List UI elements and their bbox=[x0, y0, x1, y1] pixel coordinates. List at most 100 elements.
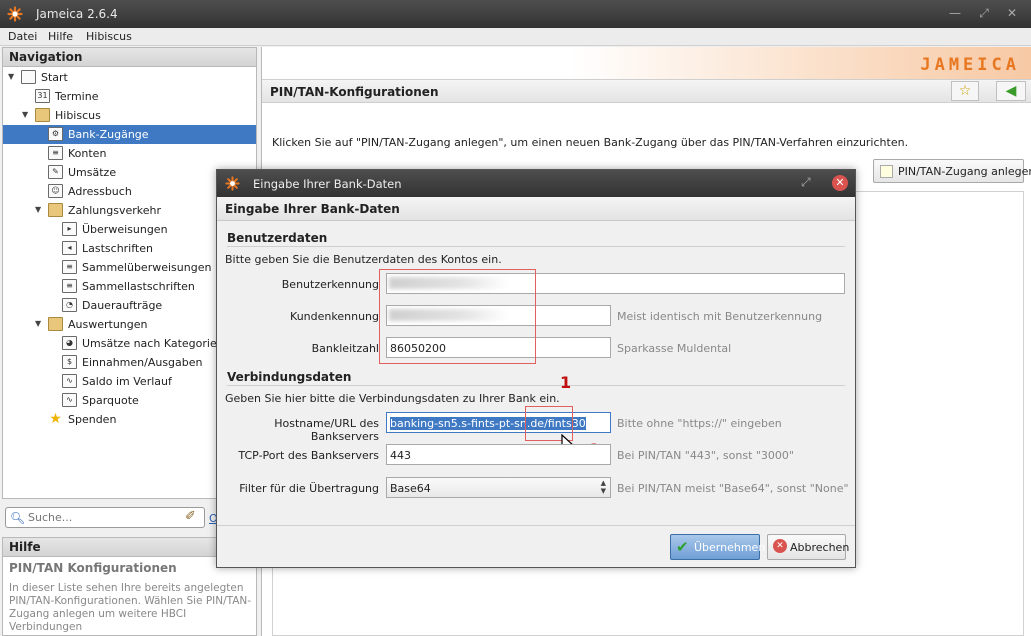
annotation-number-1: 1 bbox=[560, 373, 572, 392]
host-hint: Bitte ohne "https://" eingeben bbox=[617, 417, 782, 430]
spinner-arrows-icon: ▲ ▼ bbox=[600, 479, 606, 495]
dialog-restore-icon[interactable]: ⤢ bbox=[801, 175, 811, 190]
dialog-header-title: Eingabe Ihrer Bank-Daten bbox=[225, 202, 400, 216]
help-title: PIN/TAN Konfigurationen bbox=[9, 561, 177, 575]
sidebar-item-label: Zahlungsverkehr bbox=[68, 204, 162, 217]
savings-chart-icon: ∿ bbox=[62, 393, 77, 407]
restore-icon[interactable]: ⤢ bbox=[977, 6, 991, 21]
content-header: PIN/TAN-Konfigurationen ☆ ◀ bbox=[262, 79, 1031, 103]
filter-select[interactable]: Base64 ▲ ▼ bbox=[386, 477, 611, 498]
sidebar-item[interactable]: 31 Termine bbox=[3, 87, 256, 106]
batch-debit-icon: ≡ bbox=[62, 279, 77, 293]
user-id-label: Benutzerkennung bbox=[281, 278, 379, 291]
dialog-titlebar: Eingabe Ihrer Bank-Daten ⤢ ✕ bbox=[217, 170, 855, 197]
folder-icon bbox=[48, 317, 63, 331]
menu-hibiscus[interactable]: Hibiscus bbox=[86, 30, 132, 43]
bank-access-icon: ⚙ bbox=[48, 127, 63, 141]
port-label: TCP-Port des Bankservers bbox=[238, 449, 379, 462]
accounts-icon: ≡ bbox=[48, 146, 63, 160]
menu-datei[interactable]: Datei bbox=[8, 30, 37, 43]
sidebar-item-label: Lastschriften bbox=[82, 242, 153, 255]
sidebar-item-label: Konten bbox=[68, 147, 107, 160]
divider bbox=[227, 385, 845, 386]
user-section-title: Benutzerdaten bbox=[227, 231, 328, 245]
sidebar-item-label: Einnahmen/Ausgaben bbox=[82, 356, 203, 369]
customer-id-label: Kundenkennung bbox=[290, 310, 379, 323]
checkmark-icon: ✔ bbox=[676, 538, 689, 556]
sidebar-item-label: Überweisungen bbox=[82, 223, 168, 236]
sidebar-item-label: Sparquote bbox=[82, 394, 139, 407]
sidebar-item-label: Saldo im Verlauf bbox=[82, 375, 172, 388]
divider bbox=[227, 246, 845, 247]
clear-search-icon[interactable]: ✐ bbox=[185, 509, 201, 525]
expand-toggle-icon[interactable]: ▼ bbox=[22, 110, 31, 119]
blz-label: Bankleitzahl bbox=[311, 342, 379, 355]
menu-bar: Datei Hilfe Hibiscus bbox=[0, 28, 1031, 46]
apply-button[interactable]: ✔ Übernehmen bbox=[670, 534, 765, 560]
income-expense-icon: $ bbox=[62, 355, 77, 369]
sidebar-item[interactable]: ▼ Hibiscus bbox=[3, 106, 256, 125]
sidebar-item-label: Umsätze nach Kategorien bbox=[82, 337, 224, 350]
expand-toggle-icon[interactable]: ▼ bbox=[8, 72, 17, 81]
divider bbox=[217, 525, 855, 526]
expand-toggle-icon[interactable]: ▼ bbox=[35, 205, 44, 214]
cancel-icon: ✕ bbox=[773, 539, 787, 553]
apply-button-label: Übernehmen bbox=[694, 541, 766, 554]
page-title: PIN/TAN-Konfigurationen bbox=[270, 85, 439, 99]
transfer-icon: ▸ bbox=[62, 222, 77, 236]
port-hint: Bei PIN/TAN "443", sonst "3000" bbox=[617, 449, 794, 462]
jameica-logo-icon bbox=[7, 6, 23, 22]
close-icon[interactable]: ✕ bbox=[1005, 6, 1019, 20]
annotation-highlight-box bbox=[379, 269, 536, 364]
content-info-text: Klicken Sie auf "PIN/TAN-Zugang anlegen"… bbox=[272, 136, 909, 149]
minimize-icon[interactable]: — bbox=[948, 6, 962, 20]
folder-icon bbox=[48, 203, 63, 217]
calendar-icon: 31 bbox=[35, 89, 50, 103]
sidebar-item-label: Bank-Zugänge bbox=[68, 128, 149, 141]
sidebar-item-label: Start bbox=[41, 71, 68, 84]
host-label: Hostname/URL des Bankservers bbox=[274, 417, 379, 443]
help-text: In dieser Liste sehen Ihre bereits angel… bbox=[9, 582, 252, 633]
back-button[interactable]: ◀ bbox=[996, 81, 1026, 101]
dialog-close-icon[interactable]: ✕ bbox=[832, 175, 848, 191]
create-pintan-label: PIN/TAN-Zugang anlegen bbox=[898, 165, 1031, 178]
star-icon: ★ bbox=[49, 411, 62, 427]
pie-chart-icon: ◕ bbox=[62, 336, 77, 350]
new-document-icon bbox=[880, 165, 893, 178]
sidebar-item-label: Hibiscus bbox=[55, 109, 101, 122]
sidebar-item-label: Sammelüberweisungen bbox=[82, 261, 212, 274]
dialog-title: Eingabe Ihrer Bank-Daten bbox=[253, 177, 402, 191]
sidebar-item[interactable]: ≡ Konten bbox=[3, 144, 256, 163]
blz-hint: Sparkasse Muldental bbox=[617, 342, 732, 355]
monitor-icon bbox=[21, 70, 36, 84]
window-title: Jameica 2.6.4 bbox=[36, 7, 118, 21]
sidebar-item-label: Umsätze bbox=[68, 166, 117, 179]
bookmark-button[interactable]: ☆ bbox=[951, 81, 979, 101]
brand-banner: JAMEICA bbox=[262, 47, 1031, 79]
port-field[interactable]: 443 bbox=[386, 444, 611, 465]
host-field[interactable]: banking-sn5.s-fints-pt-sn.de/fints30 bbox=[386, 412, 611, 433]
star-icon: ☆ bbox=[958, 83, 972, 99]
sidebar-item[interactable]: ⚙ Bank-Zugänge bbox=[3, 125, 256, 144]
user-section-desc: Bitte geben Sie die Benutzerdaten des Ko… bbox=[225, 253, 502, 266]
sidebar-item-label: Spenden bbox=[68, 413, 117, 426]
filter-select-value: Base64 bbox=[390, 482, 431, 495]
search-icon: 🔍︎ bbox=[10, 511, 26, 525]
arrow-left-icon: ◀ bbox=[1005, 83, 1017, 99]
sidebar-item-label: Auswertungen bbox=[68, 318, 148, 331]
clock-icon: ◔ bbox=[62, 298, 77, 312]
transactions-icon: ✎ bbox=[48, 165, 63, 179]
batch-transfer-icon: ≡ bbox=[62, 260, 77, 274]
balance-chart-icon: ∿ bbox=[62, 374, 77, 388]
sidebar-item[interactable]: ▼ Start bbox=[3, 68, 256, 87]
sidebar-item-label: Termine bbox=[55, 90, 99, 103]
customer-id-hint: Meist identisch mit Benutzerkennung bbox=[617, 310, 823, 323]
dialog-header: Eingabe Ihrer Bank-Daten bbox=[217, 197, 855, 221]
menu-hilfe[interactable]: Hilfe bbox=[48, 30, 73, 43]
search-input[interactable] bbox=[26, 510, 181, 525]
sidebar-item-label: Daueraufträge bbox=[82, 299, 163, 312]
expand-toggle-icon[interactable]: ▼ bbox=[35, 319, 44, 328]
cancel-button[interactable]: ✕ Abbrechen bbox=[767, 534, 849, 560]
create-pintan-button[interactable]: PIN/TAN-Zugang anlegen bbox=[873, 159, 1031, 183]
jameica-logo-icon bbox=[225, 176, 240, 191]
